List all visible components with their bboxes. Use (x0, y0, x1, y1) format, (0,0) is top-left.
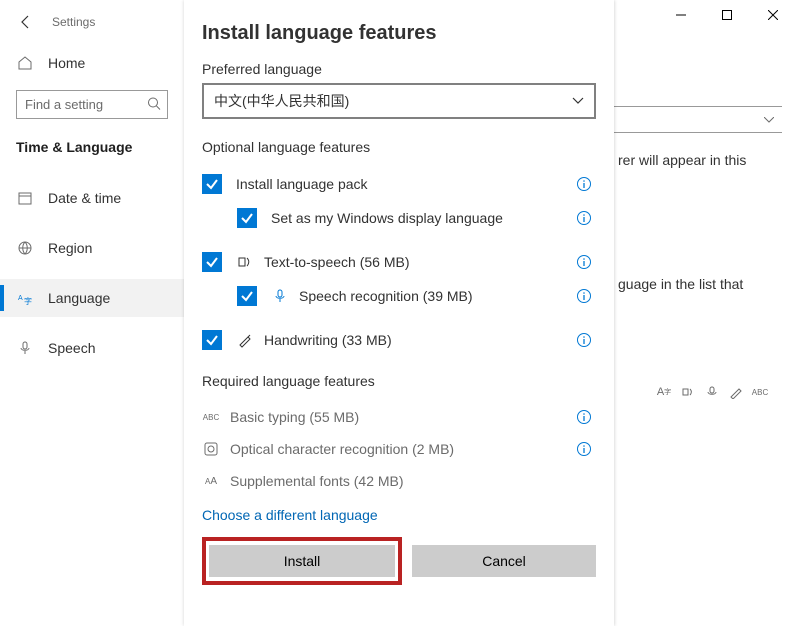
selected-language: 中文(中华人民共和国) (214, 91, 349, 111)
back-button[interactable] (16, 12, 36, 32)
category-title: Time & Language (0, 131, 184, 167)
optional-features-label: Optional language features (202, 139, 614, 155)
microphone-icon (271, 287, 289, 305)
nav-speech[interactable]: Speech (0, 329, 184, 367)
feature-label: Supplemental fonts (42 MB) (230, 473, 614, 489)
chevron-down-icon (764, 117, 774, 123)
search-input[interactable]: Find a setting (16, 90, 168, 119)
maximize-button[interactable] (704, 0, 750, 30)
feature-label: Basic typing (55 MB) (230, 409, 576, 425)
back-arrow-icon (18, 14, 34, 30)
keyboard-icon: ABC (202, 408, 220, 426)
tts-icon (236, 253, 254, 271)
nav-item-label: Language (48, 290, 110, 306)
preferred-language-label: Preferred language (202, 61, 614, 77)
required-features-label: Required language features (202, 373, 614, 389)
info-icon[interactable] (576, 176, 592, 192)
microphone-icon (16, 339, 34, 357)
settings-title: Settings (52, 15, 95, 29)
feature-icons-row: A字 ABC (656, 384, 768, 400)
feature-tts: Text-to-speech (56 MB) (202, 245, 614, 279)
svg-text:字: 字 (24, 296, 32, 306)
required-fonts: AA Supplemental fonts (42 MB) (202, 465, 614, 497)
calendar-clock-icon (16, 189, 34, 207)
install-button[interactable]: Install (209, 545, 395, 577)
pen-icon (728, 384, 744, 400)
overflow-dropdown-edge[interactable] (614, 106, 782, 133)
info-icon[interactable] (576, 254, 592, 270)
install-button-highlight: Install (202, 537, 402, 585)
feature-label: Install language pack (236, 176, 576, 192)
nav-item-label: Speech (48, 340, 95, 356)
checkbox-tts[interactable] (202, 252, 222, 272)
install-language-dialog: Install language features Preferred lang… (184, 0, 614, 626)
background-content: rer will appear in this guage in the lis… (614, 0, 796, 626)
info-icon[interactable] (576, 441, 592, 457)
font-icon: AA (202, 472, 220, 490)
info-icon[interactable] (576, 409, 592, 425)
display-icon: A字 (656, 384, 672, 400)
nav-region[interactable]: Region (0, 229, 184, 267)
language-dropdown[interactable]: 中文(中华人民共和国) (202, 83, 596, 119)
nav-date-time[interactable]: Date & time (0, 179, 184, 217)
minimize-button[interactable] (658, 0, 704, 30)
close-button[interactable] (750, 0, 796, 30)
feature-label: Text-to-speech (56 MB) (264, 254, 576, 270)
feature-label: Speech recognition (39 MB) (299, 288, 576, 304)
required-ocr: Optical character recognition (2 MB) (202, 433, 614, 465)
mic-icon (704, 384, 720, 400)
nav-item-label: Date & time (48, 190, 121, 206)
required-basic-typing: ABC Basic typing (55 MB) (202, 401, 614, 433)
checkbox-install-pack[interactable] (202, 174, 222, 194)
chevron-down-icon (572, 97, 584, 105)
feature-install-pack: Install language pack (202, 167, 614, 201)
info-icon[interactable] (576, 332, 592, 348)
bg-text-1: rer will appear in this (618, 152, 746, 168)
tts-icon (680, 384, 696, 400)
nav-home[interactable]: Home (0, 44, 184, 82)
feature-label: Optical character recognition (2 MB) (230, 441, 576, 457)
dialog-title: Install language features (202, 22, 614, 45)
info-icon[interactable] (576, 288, 592, 304)
info-icon[interactable] (576, 210, 592, 226)
bg-text-2: guage in the list that (618, 276, 743, 292)
globe-icon (16, 239, 34, 257)
ocr-icon (202, 440, 220, 458)
settings-sidebar: Settings Home Find a setting Time & Lang… (0, 0, 184, 626)
nav-language[interactable]: A字 Language (0, 279, 184, 317)
search-placeholder: Find a setting (25, 97, 103, 112)
feature-label: Set as my Windows display language (271, 210, 576, 226)
home-icon (16, 54, 34, 72)
search-icon (147, 96, 161, 113)
choose-different-language-link[interactable]: Choose a different language (202, 497, 614, 537)
checkbox-set-display[interactable] (237, 208, 257, 228)
svg-text:A: A (18, 295, 23, 302)
feature-speech-rec: Speech recognition (39 MB) (202, 279, 614, 313)
nav-home-label: Home (48, 55, 85, 71)
language-icon: A字 (16, 289, 34, 307)
abc-icon: ABC (752, 384, 768, 400)
feature-label: Handwriting (33 MB) (264, 332, 576, 348)
nav-item-label: Region (48, 240, 92, 256)
feature-handwriting: Handwriting (33 MB) (202, 323, 614, 357)
checkbox-speech-rec[interactable] (237, 286, 257, 306)
checkbox-handwriting[interactable] (202, 330, 222, 350)
cancel-button[interactable]: Cancel (412, 545, 596, 577)
handwriting-icon (236, 331, 254, 349)
feature-set-display: Set as my Windows display language (202, 201, 614, 235)
